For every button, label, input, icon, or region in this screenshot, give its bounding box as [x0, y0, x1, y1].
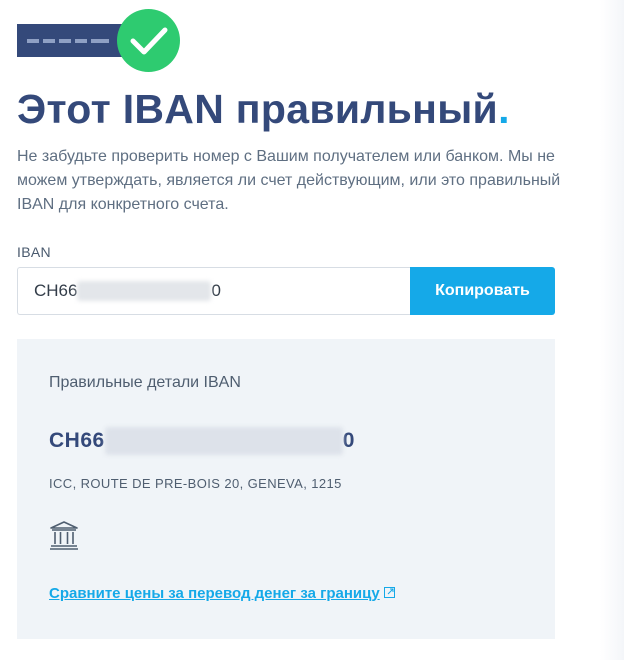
tag-dash — [59, 38, 71, 43]
details-iban-prefix: CH66 — [49, 429, 105, 452]
iban-field-label: IBAN — [17, 244, 51, 260]
copy-button[interactable]: Копировать — [410, 267, 555, 315]
redacted-digits — [104, 427, 343, 455]
iban-input[interactable]: CH66 0 — [17, 267, 411, 315]
details-iban: CH66 0 — [49, 427, 355, 455]
external-link-icon — [383, 585, 395, 602]
iban-details-card: Правильные детали IBAN CH66 0 ICC, ROUTE… — [17, 339, 555, 639]
tag-dash — [75, 38, 87, 43]
details-iban-suffix: 0 — [342, 429, 355, 452]
page-edge-shade — [600, 0, 624, 660]
title-dot: . — [498, 86, 510, 132]
details-title: Правильные детали IBAN — [49, 374, 241, 391]
page-title-text: Этот IBAN правильный — [17, 86, 499, 132]
bank-icon — [49, 520, 79, 555]
check-icon — [117, 9, 180, 72]
bank-address: ICC, ROUTE DE PRE-BOIS 20, GENEVA, 1215 — [49, 476, 342, 491]
compare-prices-link-text: Сравните цены за перевод денег за границ… — [49, 585, 380, 602]
redacted-digits — [77, 281, 212, 301]
iban-tag-graphic — [17, 24, 123, 57]
compare-prices-link[interactable]: Сравните цены за перевод денег за границ… — [49, 585, 395, 602]
tag-dash — [27, 38, 39, 43]
tag-dash — [91, 38, 109, 43]
description-text: Не забудьте проверить номер с Вашим полу… — [17, 148, 561, 213]
page-title: Этот IBAN правильный. — [17, 86, 510, 133]
tag-dash — [43, 38, 55, 43]
iban-input-prefix: CH66 — [34, 281, 78, 300]
iban-input-suffix: 0 — [211, 281, 221, 300]
